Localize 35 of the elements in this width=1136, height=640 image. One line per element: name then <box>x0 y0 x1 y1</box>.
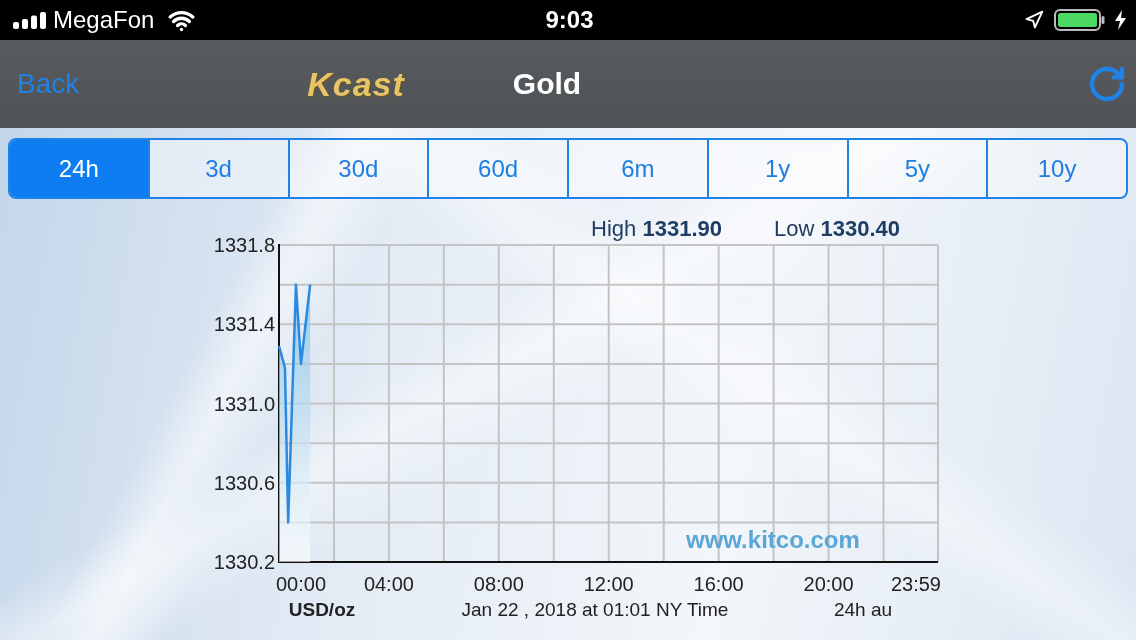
period-tab[interactable]: 3d <box>147 140 288 197</box>
x-tick-label: 16:00 <box>693 573 744 595</box>
y-tick-label: 1331.8 <box>213 234 275 256</box>
source-url-text: www.kitco.com <box>686 526 860 553</box>
period-tab[interactable]: 60d <box>427 140 567 197</box>
y-tick-label: 1331.0 <box>213 392 275 415</box>
x-tick-label: 04:00 <box>363 573 414 595</box>
charging-bolt-icon <box>1115 10 1126 30</box>
high-value: High 1331.90 <box>591 216 722 242</box>
period-tab[interactable]: 30d <box>287 140 428 197</box>
period-tab[interactable]: 5y <box>846 140 987 197</box>
x-tick-label: 08:00 <box>473 573 524 595</box>
period-tab[interactable]: 6m <box>567 140 707 197</box>
period-tab[interactable]: 1y <box>706 140 847 197</box>
period-tab[interactable]: 10y <box>986 140 1126 197</box>
timestamp-label: Jan 22 , 2018 at 01:01 NY Time <box>461 599 729 620</box>
location-arrow-icon <box>1024 10 1044 30</box>
app-logo: Kcast <box>307 64 405 104</box>
carrier-name: MegaFon <box>53 6 155 34</box>
y-tick-label: 1330.2 <box>213 551 275 573</box>
page-title: Gold <box>512 67 582 101</box>
unit-label: USD/oz <box>288 599 356 620</box>
refresh-icon <box>1087 64 1127 104</box>
x-tick-label: 20:00 <box>803 573 854 595</box>
y-tick-label: 1331.4 <box>213 313 275 336</box>
status-time: 9:03 <box>545 6 594 34</box>
x-tick-label: 23:59 <box>890 573 941 595</box>
period-tab[interactable]: 24h <box>10 140 148 197</box>
y-tick-label: 1330.6 <box>213 471 275 494</box>
x-tick-label: 12:00 <box>583 573 634 595</box>
battery-icon <box>1054 9 1105 31</box>
range-note-label: 24h au <box>833 599 893 620</box>
low-value: Low 1330.40 <box>774 216 900 242</box>
signal-bars-icon <box>13 11 47 29</box>
x-tick-label: 00:00 <box>276 573 327 595</box>
